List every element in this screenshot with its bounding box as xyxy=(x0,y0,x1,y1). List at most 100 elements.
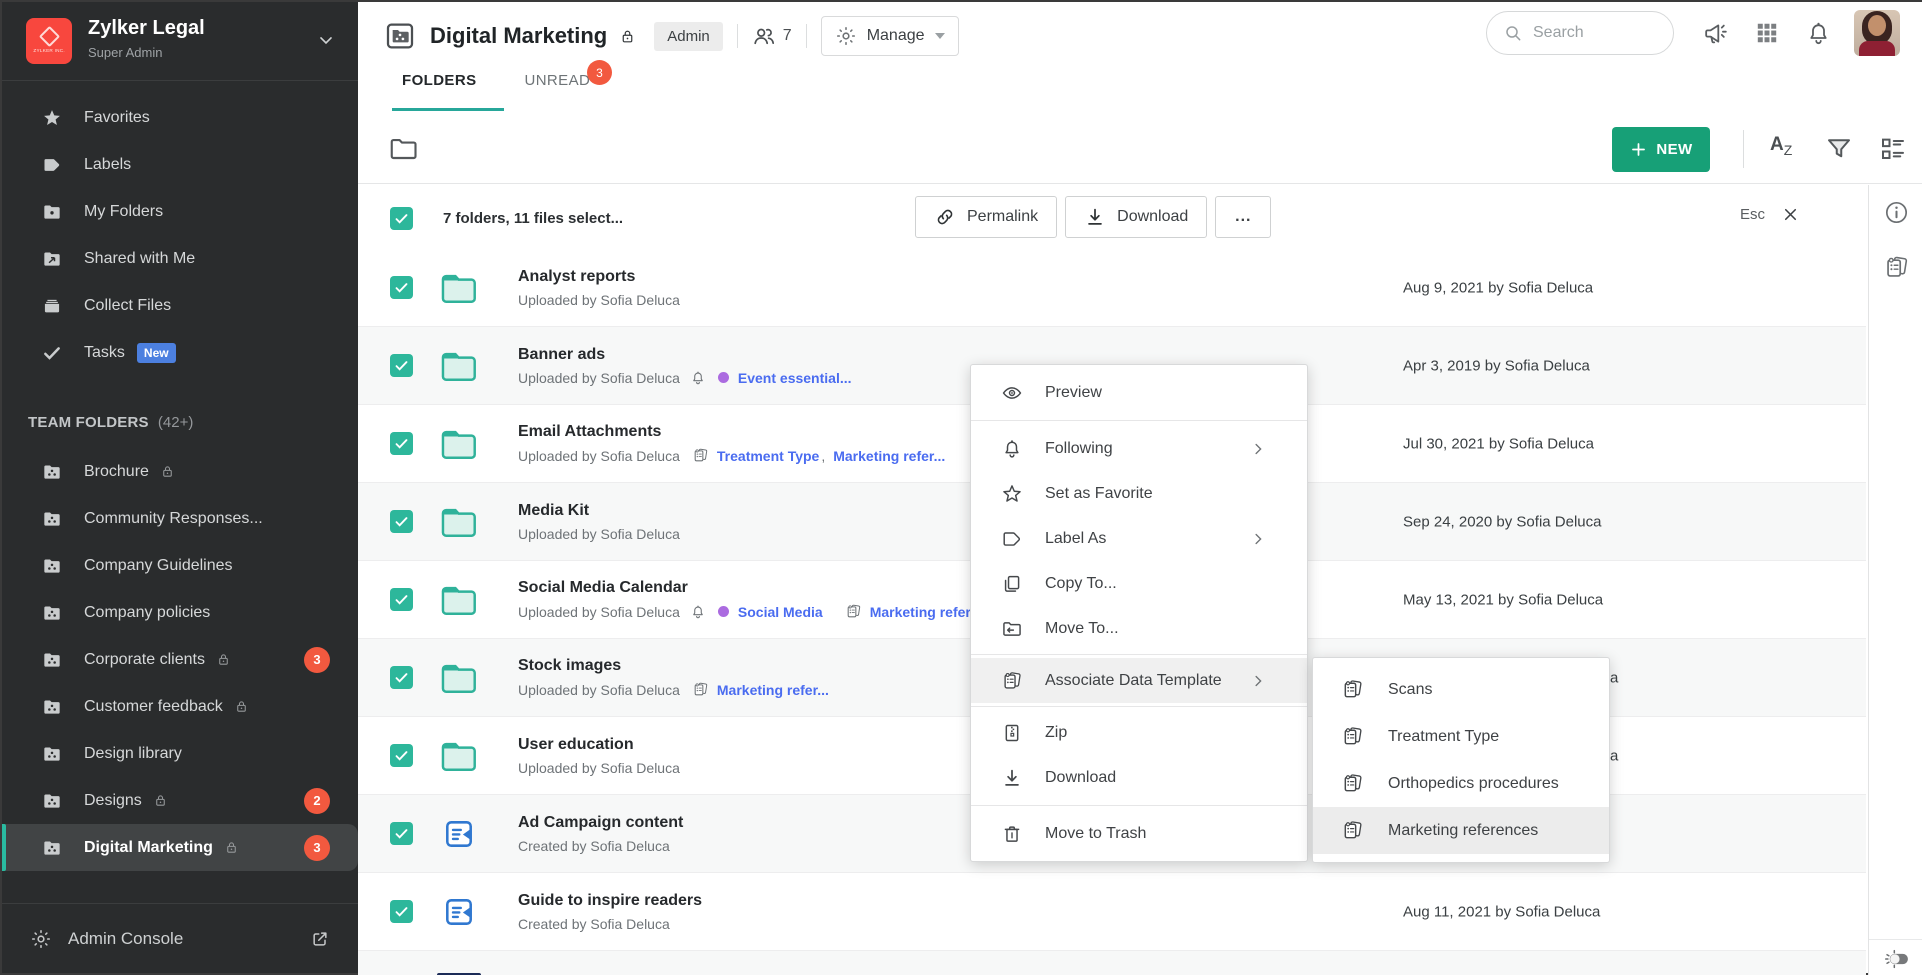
sidebar-item-community-responses[interactable]: Community Responses... xyxy=(2,495,358,542)
file-name[interactable]: Email Attachments xyxy=(518,423,945,441)
row-checkbox[interactable] xyxy=(390,822,413,845)
manage-button[interactable]: Manage xyxy=(821,16,959,56)
row-checkbox[interactable] xyxy=(390,432,413,455)
row-checkbox[interactable] xyxy=(390,588,413,611)
sidebar-item-design-library[interactable]: Design library xyxy=(2,730,358,777)
menu-item-associate-data-template[interactable]: Associate Data Template xyxy=(971,658,1307,703)
sort-button[interactable]: AZ xyxy=(1770,134,1792,156)
chevron-down-icon[interactable] xyxy=(316,30,336,50)
sidebar-item-brochure[interactable]: Brochure xyxy=(2,448,358,495)
notifications-button[interactable] xyxy=(1805,20,1832,47)
submenu-item-marketing-references[interactable]: Marketing references xyxy=(1313,807,1609,854)
divider xyxy=(971,654,1307,655)
theme-toggle[interactable] xyxy=(1869,939,1922,975)
team-folders-list: Brochure Community Responses... Company … xyxy=(2,448,358,871)
row-checkbox[interactable] xyxy=(390,666,413,689)
folder-label: Digital Marketing xyxy=(84,839,213,857)
admin-console-link[interactable]: Admin Console xyxy=(2,903,358,973)
sidebar-item-corporate-clients[interactable]: Corporate clients 3 xyxy=(2,636,358,683)
template-link[interactable]: Treatment Type xyxy=(717,448,819,464)
menu-item-label: Move to Trash xyxy=(1045,825,1146,843)
menu-item-copy-to[interactable]: Copy To... xyxy=(971,561,1307,606)
menu-item-label: Set as Favorite xyxy=(1045,485,1153,503)
view-layout-icon[interactable] xyxy=(1878,134,1908,164)
submenu-item-orthopedics-procedures[interactable]: Orthopedics procedures xyxy=(1313,760,1609,807)
sidebar-item-company-guidelines[interactable]: Company Guidelines xyxy=(2,542,358,589)
apps-grid-button[interactable] xyxy=(1754,20,1780,46)
menu-item-download[interactable]: Download xyxy=(971,755,1307,800)
menu-item-zip[interactable]: Zip xyxy=(971,710,1307,755)
sidebar-item-my-folders[interactable]: My Folders xyxy=(2,188,358,235)
file-name[interactable]: Banner ads xyxy=(518,346,852,364)
template-link[interactable]: Marketing refer... xyxy=(717,682,829,698)
file-name[interactable]: Ad Campaign content xyxy=(518,814,683,832)
tab-unread[interactable]: UNREAD 3 xyxy=(524,72,590,103)
file-meta: Uploaded by Sofia Deluca xyxy=(518,292,680,308)
menu-item-following[interactable]: Following xyxy=(971,426,1307,471)
sidebar-item-labels[interactable]: Labels xyxy=(2,141,358,188)
data-template-icon xyxy=(1341,725,1364,748)
filter-icon[interactable] xyxy=(1824,134,1854,164)
template-link[interactable]: Marketing refer... xyxy=(833,448,945,464)
file-row[interactable]: Analyst reports Uploaded by Sofia Deluca… xyxy=(358,249,1866,327)
avatar[interactable] xyxy=(1854,10,1900,56)
manage-label: Manage xyxy=(867,27,925,45)
sidebar-item-digital-marketing[interactable]: Digital Marketing 3 xyxy=(2,824,358,871)
folder-label: Design library xyxy=(84,745,182,763)
label-link[interactable]: Event essential... xyxy=(738,370,852,386)
submenu-item-scans[interactable]: Scans xyxy=(1313,666,1609,713)
tab-folders[interactable]: FOLDERS xyxy=(402,72,476,103)
file-name[interactable]: Media Kit xyxy=(518,502,680,520)
file-date: Aug 11, 2021 by Sofia Deluca xyxy=(1403,903,1600,920)
row-checkbox[interactable] xyxy=(390,354,413,377)
row-checkbox[interactable] xyxy=(390,744,413,767)
file-row[interactable]: Guide to inspire readers Created by Sofi… xyxy=(358,873,1866,951)
sidebar-item-customer-feedback[interactable]: Customer feedback xyxy=(2,683,358,730)
members-button[interactable]: 7 xyxy=(752,24,792,48)
sidebar-item-favorites[interactable]: Favorites xyxy=(2,94,358,141)
sort-z: Z xyxy=(1784,142,1793,158)
label-link[interactable]: Social Media xyxy=(738,604,823,620)
menu-item-move-to[interactable]: Move To... xyxy=(971,606,1307,651)
menu-item-label-as[interactable]: Label As xyxy=(971,516,1307,561)
submenu-item-treatment-type[interactable]: Treatment Type xyxy=(1313,713,1609,760)
select-all-checkbox[interactable] xyxy=(390,207,413,230)
people-icon xyxy=(752,24,776,48)
file-name[interactable]: Social Media Calendar xyxy=(518,579,982,597)
permalink-button[interactable]: Permalink xyxy=(915,196,1057,238)
file-name[interactable]: Stock images xyxy=(518,657,829,675)
sidebar-item-collect-files[interactable]: Collect Files xyxy=(2,282,358,329)
data-template-icon xyxy=(1001,670,1023,692)
search-box[interactable] xyxy=(1486,11,1674,55)
sidebar-item-tasks[interactable]: Tasks New xyxy=(2,329,358,376)
gear-icon xyxy=(30,928,52,950)
row-checkbox[interactable] xyxy=(390,900,413,923)
download-button[interactable]: Download xyxy=(1065,196,1207,238)
file-name[interactable]: Guide to inspire readers xyxy=(518,892,702,910)
row-checkbox[interactable] xyxy=(390,510,413,533)
close-icon[interactable] xyxy=(1781,205,1800,224)
sidebar-item-designs[interactable]: Designs 2 xyxy=(2,777,358,824)
menu-item-move-to-trash[interactable]: Move to Trash xyxy=(971,811,1307,856)
announcements-button[interactable] xyxy=(1702,20,1729,47)
lock-icon xyxy=(216,652,231,667)
menu-item-set-as-favorite[interactable]: Set as Favorite xyxy=(971,471,1307,516)
sidebar-item-shared-with-me[interactable]: Shared with Me xyxy=(2,235,358,282)
more-actions-button[interactable]: ... xyxy=(1215,196,1271,238)
template-link[interactable]: Marketing refer... xyxy=(870,604,982,620)
info-button[interactable] xyxy=(1869,199,1922,226)
label-icon xyxy=(42,155,62,175)
search-input[interactable] xyxy=(1533,24,1653,42)
external-link-icon[interactable] xyxy=(310,929,330,949)
file-row[interactable]: Magazine ad.pdf xyxy=(358,951,1866,975)
data-template-panel-button[interactable] xyxy=(1869,254,1922,281)
breadcrumb-folder-icon[interactable] xyxy=(388,134,418,164)
menu-item-preview[interactable]: Preview xyxy=(971,370,1307,415)
new-button[interactable]: NEW xyxy=(1612,127,1710,172)
sidebar-item-company-policies[interactable]: Company policies xyxy=(2,589,358,636)
row-checkbox[interactable] xyxy=(390,276,413,299)
file-name[interactable]: User education xyxy=(518,736,680,754)
org-switcher[interactable]: ZYLKER INC. Zylker Legal Super Admin xyxy=(2,2,358,81)
menu-item-label: Associate Data Template xyxy=(1045,672,1222,690)
file-name[interactable]: Analyst reports xyxy=(518,268,680,286)
